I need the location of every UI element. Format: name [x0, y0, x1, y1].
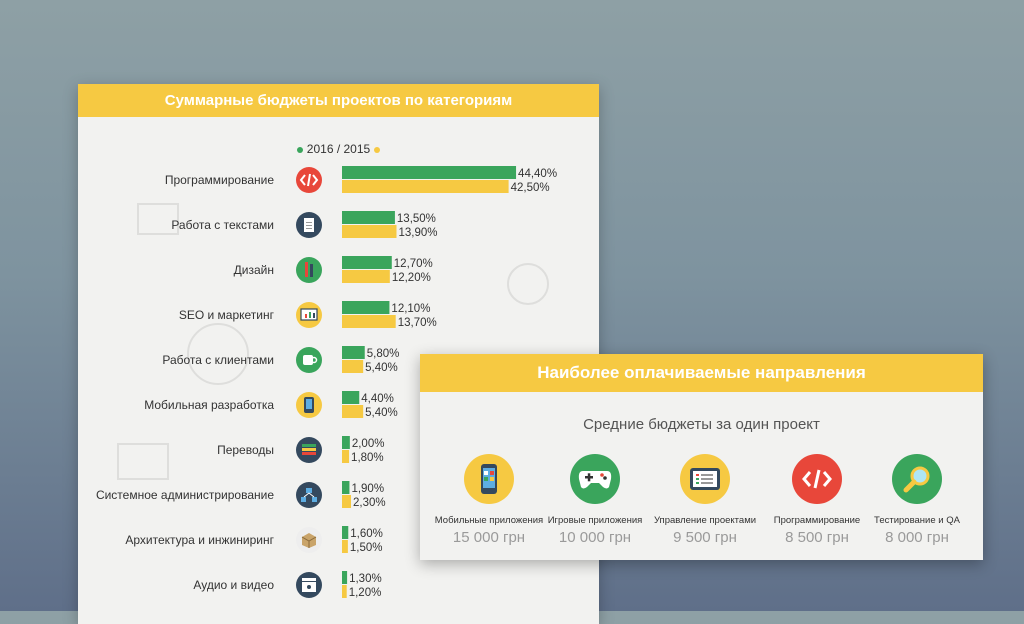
category-label: Работа с клиентами: [162, 353, 274, 367]
category-label: Аудио и видео: [193, 578, 274, 592]
direction-name: Мобильные приложения: [434, 515, 544, 526]
pencils-icon: [296, 257, 322, 283]
bar-2015: [342, 495, 352, 508]
tablet-checklist-icon: [680, 454, 730, 504]
magnifier-icon: [892, 454, 942, 504]
direction-testing: Тестирование и QA 8 000 грн: [857, 454, 977, 546]
bar-value-label-2016: 44,40%: [518, 168, 557, 180]
presentation-icon-glyph: [300, 308, 318, 321]
category-label: Мобильная разработка: [144, 398, 274, 412]
bar-2016: [342, 166, 517, 179]
category-label: Программирование: [165, 173, 274, 187]
direction-price: 8 000 грн: [885, 529, 949, 546]
category-label: Работа с текстами: [171, 218, 274, 232]
bar-value-label-2016: 1,90%: [351, 483, 384, 495]
category-label: Переводы: [217, 443, 274, 457]
bar-2015: [342, 270, 390, 283]
direction-mobile-apps: Мобильные приложения 15 000 грн: [429, 454, 549, 546]
bar-2016: [342, 301, 390, 314]
bar-2015: [342, 585, 347, 598]
bar-2016: [342, 211, 395, 224]
code-icon: [792, 454, 842, 504]
bar-value-label-2015: 1,50%: [350, 542, 383, 554]
bar-value-label-2016: 2,00%: [352, 438, 385, 450]
direction-name: Управление проектами: [653, 515, 757, 526]
category-label: SEO и маркетинг: [179, 308, 275, 322]
bar-2016: [342, 256, 392, 269]
bar-2015: [342, 450, 350, 463]
bar-value-label-2015: 5,40%: [365, 362, 398, 374]
bar-value-label-2015: 13,90%: [398, 227, 437, 239]
bar-2015: [342, 360, 364, 373]
bar-value-label-2015: 5,40%: [365, 407, 398, 419]
bar-2016: [342, 526, 349, 539]
directions-title: Наиболее оплачиваемые направления: [420, 354, 983, 392]
bar-2015: [342, 405, 364, 418]
bar-value-label-2015: 12,20%: [392, 272, 431, 284]
category-label: Системное администрирование: [96, 488, 274, 502]
category-label: Дизайн: [234, 263, 274, 277]
bar-value-label-2016: 1,30%: [349, 573, 382, 585]
direction-name: Игровые приложения: [547, 515, 643, 526]
bar-value-label-2016: 1,60%: [350, 528, 383, 540]
bar-2015: [342, 315, 396, 328]
direction-price: 10 000 грн: [558, 529, 632, 546]
document-icon-glyph: [304, 218, 314, 232]
bar-2016: [342, 481, 350, 494]
bar-2015: [342, 540, 348, 553]
books-icon-glyph: [302, 444, 316, 455]
direction-project-management: Управление проектами 9 500 грн: [645, 454, 765, 546]
bar-2016: [342, 436, 350, 449]
clapperboard-icon-glyph: [302, 578, 316, 592]
bar-value-label-2016: 13,50%: [397, 213, 436, 225]
bar-value-label-2015: 42,50%: [511, 182, 550, 194]
bar-value-label-2015: 1,80%: [351, 452, 384, 464]
bar-value-label-2015: 13,70%: [398, 317, 437, 329]
direction-price: 9 500 грн: [673, 529, 737, 546]
bar-2015: [342, 180, 509, 193]
gamepad-icon: [570, 454, 620, 504]
bar-value-label-2016: 4,40%: [361, 393, 394, 405]
mobile-app-icon: [464, 454, 514, 504]
bar-value-label-2016: 5,80%: [367, 348, 400, 360]
directions-subtitle: Средние бюджеты за один проект: [583, 416, 820, 433]
direction-price: 15 000 грн: [452, 529, 526, 546]
bar-value-label-2015: 2,30%: [353, 497, 386, 509]
bar-2016: [342, 346, 365, 359]
mobile-icon-glyph: [304, 397, 314, 413]
bar-value-label-2016: 12,70%: [394, 258, 433, 270]
top-paid-directions-card: Наиболее оплачиваемые направления Средни…: [420, 354, 983, 560]
category-label: Архитектура и инжиниринг: [125, 533, 274, 547]
direction-name: Тестирование и QA: [874, 515, 960, 526]
network-icon: [296, 482, 322, 508]
bar-2016: [342, 391, 360, 404]
bar-2016: [342, 571, 348, 584]
bar-value-label-2016: 12,10%: [391, 303, 430, 315]
direction-games: Игровые приложения 10 000 грн: [535, 454, 655, 546]
bar-2015: [342, 225, 397, 238]
bar-value-label-2015: 1,20%: [349, 587, 382, 599]
